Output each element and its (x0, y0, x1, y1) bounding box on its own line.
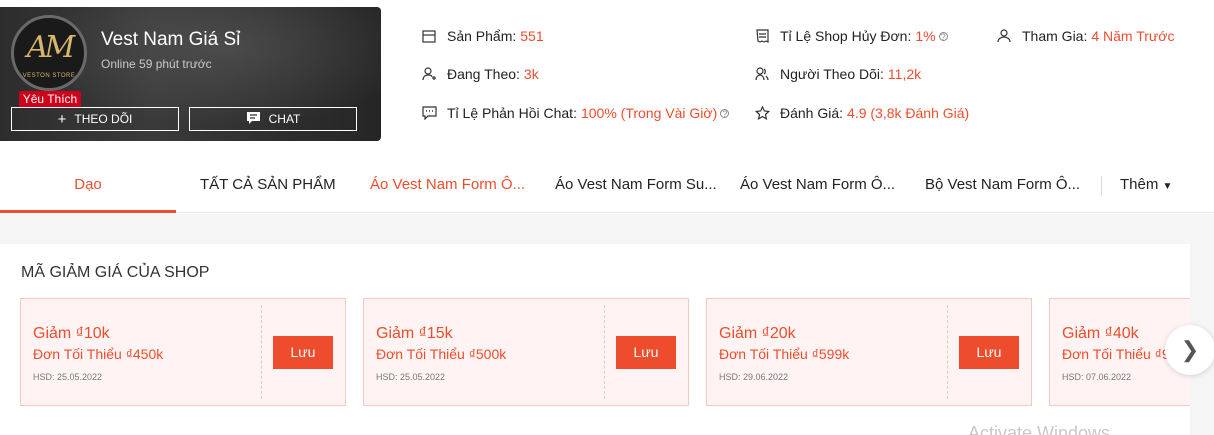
chat-bubble-icon (421, 105, 437, 121)
stat-cancel-rate-value: 1% (915, 28, 936, 44)
store-icon (421, 28, 437, 44)
follow-button[interactable]: + THEO DÕI (11, 107, 179, 131)
save-voucher-button[interactable]: Lưu (959, 336, 1019, 369)
voucher-min-order: Đơn Tối Thiểu ₫599k (719, 346, 850, 362)
voucher-card: Giảm ₫20k Đơn Tối Thiểu ₫599k HSD: 29.06… (706, 298, 1032, 406)
stat-chat-rate-label: Tỉ Lệ Phản Hồi Chat: (447, 105, 577, 121)
stat-followers-value: 11,2k (887, 66, 922, 82)
stat-rating-value: 4.9 (3,8k Đánh Giá) (847, 105, 970, 121)
online-status: Online 59 phút trước (101, 57, 212, 71)
voucher-panel: MÃ GIẢM GIÁ CỦA SHOP Giảm ₫10k Đơn Tối T… (0, 244, 1190, 435)
star-icon (754, 105, 770, 121)
shop-avatar[interactable]: AM VESTON STORE (11, 15, 87, 91)
stat-rating: Đánh Giá: 4.9 (3,8k Đánh Giá) (754, 105, 969, 121)
stat-rating-label: Đánh Giá: (780, 105, 844, 121)
follow-label: THEO DÕI (74, 112, 133, 126)
caret-down-icon: ▼ (1162, 181, 1173, 192)
stat-products-label: Sản Phẩm: (447, 28, 517, 44)
tab-category-3[interactable]: Áo Vest Nam Form Ô... (740, 160, 895, 213)
voucher-discount: Giảm ₫20k (719, 325, 796, 342)
shop-name: Vest Nam Giá Sỉ (101, 29, 241, 50)
chat-icon (246, 111, 261, 128)
logo-store-text: VESTON STORE (22, 73, 76, 79)
stat-products: Sản Phẩm: 551 (421, 28, 544, 44)
stat-following-value: 3k (523, 66, 539, 82)
tab-category-2[interactable]: Áo Vest Nam Form Su... (555, 160, 717, 213)
chevron-right-icon: ❯ (1180, 337, 1200, 362)
stat-joined-label: Tham Gia: (1022, 28, 1088, 44)
voucher-card: Giảm ₫15k Đơn Tối Thiểu ₫500k HSD: 25.05… (363, 298, 689, 406)
stat-products-value: 551 (520, 28, 544, 44)
help-icon[interactable]: ? (938, 31, 948, 41)
stat-chat-rate-value: 100% (Trong Vài Giờ) (580, 105, 718, 121)
voucher-card: Giảm ₫10k Đơn Tối Thiểu ₫450k HSD: 25.05… (20, 298, 346, 406)
voucher-min-order: Đơn Tối Thiểu ₫450k (33, 346, 164, 362)
stat-joined: Tham Gia: 4 Năm Trước (996, 28, 1174, 44)
voucher-divider (947, 305, 948, 399)
chat-button[interactable]: CHAT (189, 107, 357, 131)
voucher-discount: Giảm ₫40k (1062, 325, 1139, 342)
shop-card: AM VESTON STORE Yêu Thích Vest Nam Giá S… (0, 7, 381, 141)
chat-label: CHAT (268, 112, 301, 126)
voucher-min-order: Đơn Tối Thiểu ₫500k (376, 346, 507, 362)
stat-followers-label: Người Theo Dõi: (780, 66, 884, 82)
voucher-expiry: HSD: 25.05.2022 (33, 372, 103, 382)
tab-all-products[interactable]: TẤT CẢ SẢN PHẨM (200, 160, 336, 213)
tab-category-4[interactable]: Bộ Vest Nam Form Ô... (925, 160, 1080, 213)
voucher-section-title: MÃ GIẢM GIÁ CỦA SHOP (21, 264, 210, 281)
stat-chat-rate: Tỉ Lệ Phản Hồi Chat: 100% (Trong Vài Giờ… (421, 105, 730, 121)
voucher-discount: Giảm ₫10k (33, 325, 110, 342)
stat-following: Đang Theo: 3k (421, 66, 539, 82)
stat-followers: Người Theo Dõi: 11,2k (754, 66, 921, 82)
logo-monogram: AM (26, 30, 75, 65)
voucher-expiry: HSD: 29.06.2022 (719, 372, 789, 382)
more-label: Thêm (1120, 176, 1159, 193)
voucher-divider (261, 305, 262, 399)
favorite-badge: Yêu Thích (19, 91, 81, 108)
tab-more[interactable]: Thêm ▼ (1120, 160, 1172, 213)
voucher-divider (604, 305, 605, 399)
tab-explore[interactable]: Dạo (0, 160, 176, 213)
save-voucher-button[interactable]: Lưu (273, 336, 333, 369)
windows-watermark: Activate Windows (968, 423, 1111, 435)
tab-category-1[interactable]: Áo Vest Nam Form Ô... (370, 160, 525, 213)
stat-cancel-rate-label: Tỉ Lệ Shop Hủy Đơn: (780, 28, 912, 44)
help-icon[interactable]: ? (720, 108, 730, 118)
next-voucher-button[interactable]: ❯ (1165, 325, 1214, 375)
users-icon (754, 66, 770, 82)
voucher-expiry: HSD: 07.06.2022 (1062, 372, 1132, 382)
shop-nav: Dạo TẤT CẢ SẢN PHẨM Áo Vest Nam Form Ô..… (0, 160, 1214, 213)
voucher-expiry: HSD: 25.05.2022 (376, 372, 446, 382)
plus-icon: + (57, 110, 67, 128)
receipt-icon (754, 28, 770, 44)
voucher-min-order: Đơn Tối Thiểu ₫9 (1062, 346, 1170, 362)
user-plus-icon (421, 66, 437, 82)
stat-following-label: Đang Theo: (447, 66, 520, 82)
stat-joined-value: 4 Năm Trước (1091, 28, 1175, 44)
user-icon (996, 28, 1012, 44)
nav-divider (1101, 176, 1102, 196)
stat-cancel-rate: Tỉ Lệ Shop Hủy Đơn: 1% ? (754, 28, 948, 44)
save-voucher-button[interactable]: Lưu (616, 336, 676, 369)
voucher-discount: Giảm ₫15k (376, 325, 453, 342)
